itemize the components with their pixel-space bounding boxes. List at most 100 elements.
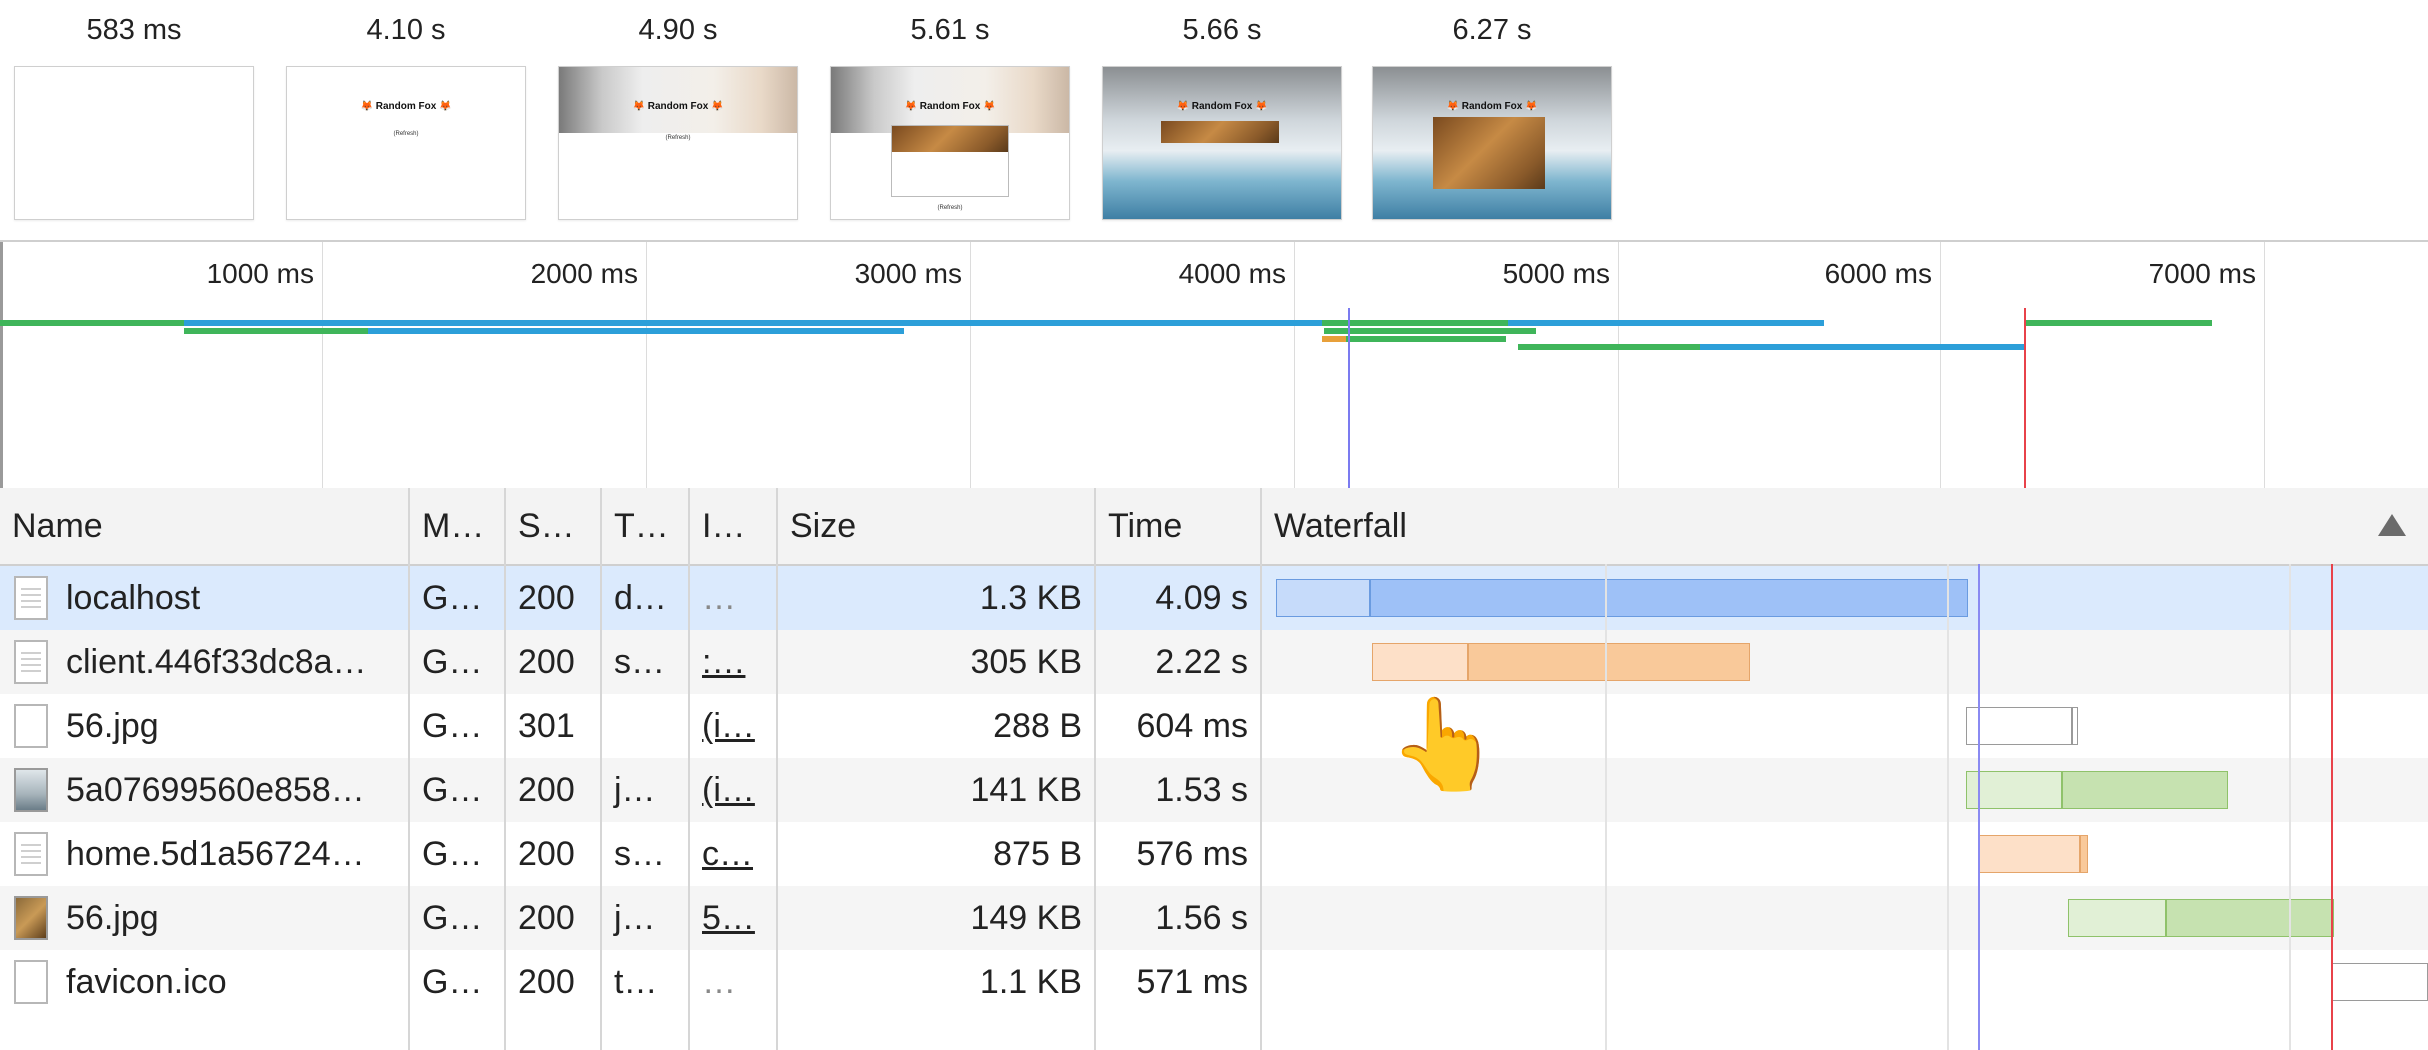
request-size: 1.3 KB — [979, 579, 1082, 617]
waterfall-bar[interactable] — [1372, 643, 1468, 681]
frame-timestamp: 4.10 s — [366, 14, 446, 46]
column-header-initiator[interactable]: I… — [690, 488, 778, 564]
request-method: G… — [422, 579, 483, 617]
thumb-snow-background — [1103, 67, 1341, 219]
request-name[interactable]: 56.jpg — [66, 886, 159, 950]
waterfall-bar[interactable] — [2080, 835, 2088, 873]
column-divider[interactable] — [1094, 564, 1096, 1050]
request-initiator[interactable]: (i… — [690, 694, 778, 758]
request-name[interactable]: home.5d1a56724… — [66, 822, 365, 886]
table-row[interactable]: 5a07699560e858… G… 200 j… (i… 141 KB 1.53 s — [0, 758, 2428, 822]
request-method: G… — [422, 707, 483, 745]
fox-emoji-icon: 🦊 — [360, 101, 376, 112]
thumb-header-image — [559, 67, 797, 133]
waterfall-bar[interactable] — [1468, 643, 1750, 681]
waterfall-bar[interactable] — [1978, 835, 2080, 873]
frame-screenshot[interactable] — [14, 66, 254, 220]
column-header-waterfall[interactable]: Waterfall — [1262, 488, 2428, 564]
waterfall-gridline — [1605, 564, 1607, 1050]
overview-tick-label: 2000 ms — [530, 258, 638, 289]
waterfall-bar[interactable] — [1966, 771, 2062, 809]
table-row[interactable]: client.446f33dc8a… G… 200 s…:… 305 KB 2.22 s — [0, 630, 2428, 694]
table-row[interactable]: 56.jpg G… 301 (i… 288 B 604 ms — [0, 694, 2428, 758]
filmstrip-frame[interactable]: 4.10 s 🦊 Random Fox 🦊 (Refresh) — [286, 0, 526, 240]
request-type: d… — [614, 579, 667, 617]
request-status: 200 — [518, 899, 575, 937]
table-row[interactable]: favicon.ico G… 200 t… … 1.1 KB 571 ms — [0, 950, 2428, 1014]
column-divider[interactable] — [688, 564, 690, 1050]
thumb-header-image — [831, 67, 1069, 133]
overview-tick-label: 1000 ms — [206, 258, 314, 289]
request-name[interactable]: 5a07699560e858… — [66, 758, 365, 822]
request-initiator[interactable]: :… — [690, 630, 778, 694]
frame-screenshot[interactable]: 🦊 Random Fox 🦊 (Refresh) — [830, 66, 1070, 220]
request-name[interactable]: localhost — [66, 566, 200, 630]
column-header-name[interactable]: Name — [0, 488, 410, 564]
column-divider[interactable] — [1260, 564, 1262, 1050]
waterfall-bar[interactable] — [1370, 579, 1968, 617]
image-thumbnail-icon — [14, 768, 48, 812]
waterfall-bar[interactable] — [2332, 963, 2428, 1001]
overview-request-bar — [1346, 336, 1506, 342]
filmstrip-frame[interactable]: 5.66 s 🦊 Random Fox 🦊 — [1102, 0, 1342, 240]
request-name[interactable]: client.446f33dc8a… — [66, 630, 367, 694]
frame-screenshot[interactable]: 🦊 Random Fox 🦊 (Refresh) — [558, 66, 798, 220]
frame-screenshot[interactable]: 🦊 Random Fox 🦊 (Refresh) — [286, 66, 526, 220]
column-divider[interactable] — [504, 564, 506, 1050]
waterfall-bar[interactable] — [2072, 707, 2078, 745]
waterfall-bar[interactable] — [2166, 899, 2334, 937]
document-icon — [14, 576, 48, 620]
waterfall-bar[interactable] — [1966, 707, 2072, 745]
overview-tick-label: 6000 ms — [1824, 258, 1932, 289]
request-initiator: … — [702, 579, 736, 617]
column-divider[interactable] — [776, 564, 778, 1050]
table-row[interactable]: localhost G… 200 d… … 1.3 KB 4.09 s — [0, 566, 2428, 630]
fox-emoji-icon: 🦊 — [1176, 101, 1192, 112]
fox-emoji-icon: 🦊 — [1446, 101, 1462, 112]
table-row[interactable]: home.5d1a56724… G… 200 s… c… 875 B 576 ms — [0, 822, 2428, 886]
column-divider[interactable] — [600, 564, 602, 1050]
overview-request-bar — [368, 328, 904, 334]
overview-gridline — [646, 242, 647, 488]
waterfall-bar[interactable] — [2062, 771, 2228, 809]
waterfall-bar[interactable] — [2068, 899, 2166, 937]
overview-left-edge — [0, 242, 3, 488]
request-name[interactable]: favicon.ico — [66, 950, 227, 1014]
request-size: 1.1 KB — [979, 963, 1082, 1001]
request-name[interactable]: 56.jpg — [66, 694, 159, 758]
table-header: Name M… S… T… I… Size Time Waterfall — [0, 488, 2428, 566]
overview-gridline — [1618, 242, 1619, 488]
column-header-method[interactable]: M… — [410, 488, 506, 564]
table-row[interactable]: 56.jpg G… 200 j… 5… 149 KB 1.56 s — [0, 886, 2428, 950]
thumb-image-card — [891, 125, 1009, 197]
fox-emoji-icon: 🦊 — [904, 101, 920, 112]
sort-ascending-icon[interactable] — [2378, 514, 2406, 536]
request-status: 200 — [518, 835, 575, 873]
column-header-size[interactable]: Size — [778, 488, 1096, 564]
thumb-page-title: 🦊 Random Fox 🦊 — [559, 101, 797, 112]
request-method: G… — [422, 771, 483, 809]
timeline-overview[interactable]: 1000 ms 2000 ms 3000 ms 4000 ms 5000 ms 6000 … — [0, 240, 2428, 490]
filmstrip-frame[interactable]: 4.90 s 🦊 Random Fox 🦊 (Refresh) — [558, 0, 798, 240]
request-initiator: … — [702, 963, 736, 1001]
overview-request-bar — [184, 328, 368, 334]
request-initiator[interactable]: (i… — [690, 758, 778, 822]
column-header-status[interactable]: S… — [506, 488, 602, 564]
thumb-fox-photo — [1161, 121, 1279, 143]
request-type: j… — [614, 899, 656, 937]
filmstrip-frame[interactable]: 6.27 s 🦊 Random Fox 🦊 — [1372, 0, 1612, 240]
column-header-time[interactable]: Time — [1096, 488, 1262, 564]
filmstrip-frame[interactable]: 5.61 s 🦊 Random Fox 🦊 (Refresh) — [830, 0, 1070, 240]
column-header-type[interactable]: T… — [602, 488, 690, 564]
frame-screenshot[interactable]: 🦊 Random Fox 🦊 — [1102, 66, 1342, 220]
request-initiator[interactable]: c… — [690, 822, 778, 886]
overview-tick-label: 4000 ms — [1178, 258, 1286, 289]
overview-request-bar — [1508, 320, 1824, 326]
waterfall-bar[interactable] — [1276, 579, 1370, 617]
thumb-title-text: Random Fox — [1191, 101, 1253, 112]
filmstrip-frame[interactable]: 583 ms — [14, 0, 254, 240]
overview-request-bar — [1700, 344, 2024, 350]
frame-screenshot[interactable]: 🦊 Random Fox 🦊 — [1372, 66, 1612, 220]
request-initiator[interactable]: 5… — [690, 886, 778, 950]
column-divider[interactable] — [408, 564, 410, 1050]
